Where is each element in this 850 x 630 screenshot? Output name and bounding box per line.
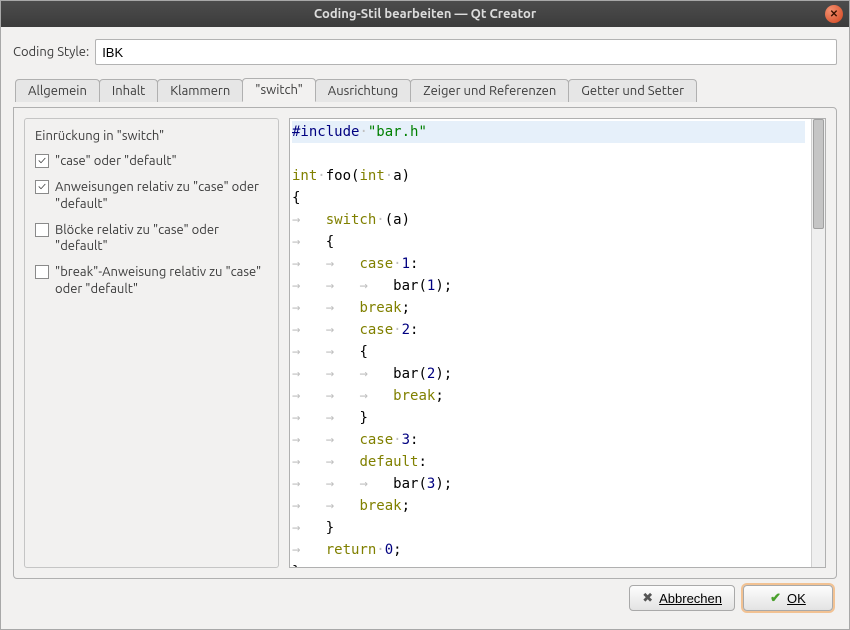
- dialog-content: Coding Style: Allgemein Inhalt Klammern …: [1, 27, 849, 629]
- tab-switch[interactable]: "switch": [242, 78, 316, 102]
- checkbox-icon[interactable]: ✓: [35, 154, 49, 168]
- tab-allgemein[interactable]: Allgemein: [15, 79, 100, 102]
- dialog-window: Coding-Stil bearbeiten — Qt Creator ✕ Co…: [0, 0, 850, 630]
- window-title: Coding-Stil bearbeiten — Qt Creator: [314, 7, 536, 21]
- cancel-icon: ✖: [642, 590, 653, 606]
- close-icon[interactable]: ✕: [825, 5, 843, 23]
- ok-icon: ✔: [770, 590, 781, 606]
- tab-getter-setter[interactable]: Getter und Setter: [568, 79, 697, 102]
- scroll-thumb[interactable]: [813, 119, 824, 229]
- coding-style-input[interactable]: [95, 39, 837, 65]
- option-break-relative[interactable]: "break"-Anweisung relativ zu "case" oder…: [35, 264, 268, 297]
- checkbox-icon[interactable]: [35, 265, 49, 279]
- option-label: "break"-Anweisung relativ zu "case" oder…: [55, 264, 268, 297]
- tab-bar: Allgemein Inhalt Klammern "switch" Ausri…: [13, 77, 837, 101]
- tab-zeiger[interactable]: Zeiger und Referenzen: [410, 79, 569, 102]
- option-case-default[interactable]: ✓ "case" oder "default": [35, 153, 268, 169]
- vertical-scrollbar[interactable]: [811, 119, 825, 567]
- indent-switch-group: Einrückung in "switch" ✓ "case" oder "de…: [24, 118, 279, 568]
- titlebar: Coding-Stil bearbeiten — Qt Creator ✕: [1, 1, 849, 27]
- tab-klammern[interactable]: Klammern: [157, 79, 243, 102]
- checkbox-icon[interactable]: [35, 223, 49, 237]
- option-statements-relative[interactable]: ✓ Anweisungen relativ zu "case" oder "de…: [35, 179, 268, 212]
- cancel-button[interactable]: ✖ Abbrechen: [629, 585, 735, 611]
- option-blocks-relative[interactable]: Blöcke relativ zu "case" oder "default": [35, 222, 268, 255]
- tab-panel-switch: Einrückung in "switch" ✓ "case" oder "de…: [13, 107, 837, 579]
- tab-ausrichtung[interactable]: Ausrichtung: [315, 79, 412, 102]
- checkbox-icon[interactable]: ✓: [35, 180, 49, 194]
- dialog-button-row: ✖ Abbrechen ✔ OK: [13, 585, 837, 617]
- coding-style-label: Coding Style:: [13, 45, 89, 59]
- group-title: Einrückung in "switch": [35, 129, 268, 143]
- option-label: "case" oder "default": [55, 153, 177, 169]
- tab-inhalt[interactable]: Inhalt: [99, 79, 158, 102]
- ok-button[interactable]: ✔ OK: [743, 585, 833, 611]
- code-body: #include·"bar.h" int·foo(int·a){→ switch…: [290, 119, 811, 567]
- coding-style-row: Coding Style:: [13, 39, 837, 65]
- code-preview: #include·"bar.h" int·foo(int·a){→ switch…: [289, 118, 826, 568]
- option-label: Anweisungen relativ zu "case" oder "defa…: [55, 179, 268, 212]
- option-label: Blöcke relativ zu "case" oder "default": [55, 222, 268, 255]
